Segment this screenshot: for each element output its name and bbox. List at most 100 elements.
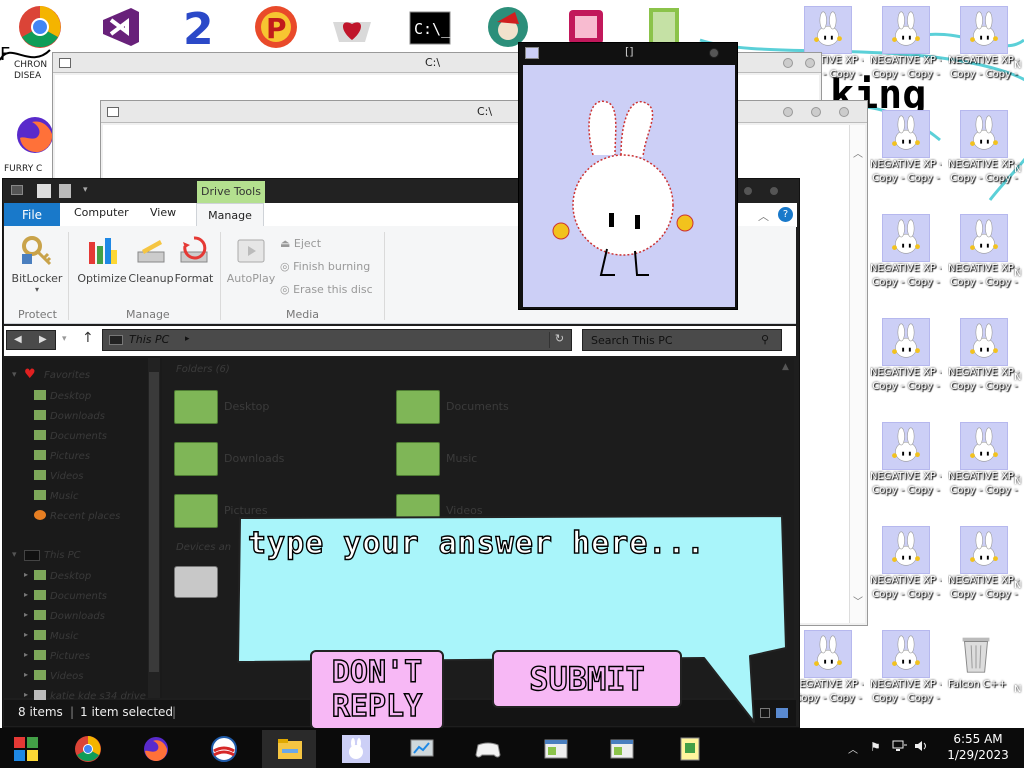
maximize-button[interactable] [811, 107, 821, 117]
bunny-desktop-icon[interactable]: NEGATIVE XP - Copy - Copy - [792, 628, 864, 724]
minimize-button[interactable] [783, 107, 793, 117]
help-icon[interactable]: ? [778, 207, 793, 222]
taskbar-window-1[interactable] [538, 732, 574, 766]
back-arrow-icon[interactable]: ◀ [14, 334, 22, 345]
close-button[interactable] [805, 58, 815, 68]
this-pc-item[interactable]: Desktop [34, 570, 91, 582]
drive-icon[interactable] [174, 566, 218, 598]
bunny-desktop-icon[interactable]: NEGATIVE XP - Copy - Copy - [948, 524, 1020, 620]
submit-button[interactable]: SUBMIT [492, 650, 682, 708]
expand-arrow-icon[interactable]: ▸ [24, 590, 28, 599]
autoplay-button[interactable]: AutoPlay [226, 234, 276, 285]
folder-label[interactable]: Downloads [224, 452, 284, 465]
music-folder-icon[interactable] [396, 442, 440, 476]
nav-scrollbar[interactable] [148, 358, 160, 698]
taskbar-firefox[interactable] [138, 732, 174, 766]
documents-folder-icon[interactable] [396, 390, 440, 424]
scroll-up-icon[interactable]: ▲ [782, 362, 789, 372]
finish-burning-button[interactable]: ◎ Finish burning [280, 260, 370, 273]
folder-label[interactable]: Documents [446, 400, 509, 413]
taskbar-file-explorer[interactable] [272, 732, 308, 766]
taskbar-vote-app[interactable] [206, 732, 242, 766]
close-button[interactable] [769, 186, 779, 196]
cleanup-button[interactable]: Cleanup [128, 234, 174, 285]
scroll-down-icon[interactable]: ﹀ [853, 593, 863, 608]
scroll-up-icon[interactable]: ︿ [853, 145, 863, 160]
close-button[interactable] [709, 48, 719, 58]
bunny-desktop-icon[interactable]: NEGATIVE XP - Copy - Copy - [948, 108, 1020, 204]
start-button[interactable] [8, 732, 44, 766]
favorites-item[interactable]: Desktop [34, 390, 91, 402]
tab-manage[interactable]: Manage [196, 203, 264, 228]
folder-label[interactable]: Music [446, 452, 477, 465]
properties-icon[interactable] [37, 184, 51, 198]
bunny-desktop-icon[interactable]: NEGATIVE XP - Copy - Copy - [870, 628, 942, 724]
favorites-item[interactable]: Downloads [34, 410, 105, 422]
expand-arrow-icon[interactable]: ▸ [24, 690, 28, 699]
bitlocker-button[interactable]: BitLocker ▾ [10, 234, 64, 294]
close-button[interactable] [839, 107, 849, 117]
address-bar[interactable]: This PC ▸ ↻ [102, 329, 572, 351]
bunny-desktop-icon[interactable]: NEGATIVE XP - Copy - Copy - [870, 316, 942, 412]
forward-arrow-icon[interactable]: ▶ [39, 334, 47, 345]
minimize-button[interactable] [783, 58, 793, 68]
cmd-window-titlebar[interactable]: C:\ [101, 101, 867, 123]
taskbar-gamepad-app[interactable] [470, 732, 506, 766]
bunny-desktop-icon[interactable]: NEGATIVE XP - Copy - Copy - [870, 524, 942, 620]
this-pc-item[interactable]: Pictures [34, 650, 90, 662]
address-this-pc[interactable]: This PC [129, 333, 169, 346]
this-pc-item[interactable]: Videos [34, 670, 83, 682]
expand-arrow-icon[interactable]: ▸ [24, 670, 28, 679]
this-pc-item[interactable]: Documents [34, 590, 107, 602]
quick-access-dropdown-icon[interactable]: ▾ [83, 185, 88, 195]
bunny-desktop-icon[interactable]: NEGATIVE XP - Copy - Copy - [870, 4, 942, 100]
taskbar-chrome[interactable] [70, 732, 106, 766]
this-pc-header[interactable]: This PC [44, 550, 81, 561]
back-forward-buttons[interactable]: ◀ ▶ [6, 330, 56, 350]
search-icon[interactable]: ⚲ [761, 333, 769, 346]
bunny-desktop-icon[interactable]: NEGATIVE XP - Copy - Copy - [948, 212, 1020, 308]
breadcrumb-arrow-icon[interactable]: ▸ [185, 334, 190, 344]
recycle-bin-desktop-icon[interactable]: Falcon C++ [948, 630, 1007, 690]
taskbar-monitor-app[interactable] [404, 732, 440, 766]
favorites-item[interactable]: Videos [34, 470, 83, 482]
optimize-button[interactable]: Optimize [76, 234, 128, 285]
bunny-desktop-icon[interactable]: NEGATIVE XP - Copy - Copy - [870, 212, 942, 308]
folder-label[interactable]: Desktop [224, 400, 269, 413]
taskbar-window-2[interactable] [604, 732, 640, 766]
this-pc-item[interactable]: Music [34, 630, 78, 642]
favorites-header[interactable]: Favorites [44, 370, 90, 381]
volume-icon[interactable] [914, 739, 928, 753]
taskbar-bunny-app[interactable] [338, 732, 374, 766]
desktop-folder-icon[interactable] [174, 390, 218, 424]
bunny-desktop-icon[interactable]: NEGATIVE XP - Copy - Copy - [948, 420, 1020, 516]
scrollbar-thumb[interactable] [149, 372, 159, 672]
favorites-item[interactable]: Music [34, 490, 78, 502]
expand-arrow-icon[interactable]: ▸ [24, 610, 28, 619]
tab-file[interactable]: File [4, 203, 60, 227]
system-clock[interactable]: 6:55 AM 1/29/2023 [940, 731, 1016, 763]
new-folder-icon[interactable] [59, 184, 71, 198]
action-center-flag-icon[interactable]: ⚑ [870, 740, 881, 754]
expand-arrow-icon[interactable]: ▸ [24, 650, 28, 659]
collapse-ribbon-icon[interactable]: ︿ [758, 208, 769, 224]
expand-arrow-icon[interactable]: ▸ [24, 570, 28, 579]
dont-reply-button[interactable]: DON'T REPLY [310, 650, 444, 730]
format-button[interactable]: Format [174, 234, 214, 285]
up-arrow-icon[interactable]: ↑ [82, 330, 94, 346]
downloads-folder-icon[interactable] [174, 442, 218, 476]
bunny-desktop-icon[interactable]: NEGATIVE XP - Copy - Copy - [870, 108, 942, 204]
recent-locations-dropdown-icon[interactable]: ▾ [62, 334, 67, 344]
bunny-desktop-icon[interactable]: NEGATIVE XP - Copy - Copy - [870, 420, 942, 516]
eject-button[interactable]: ⏏ Eject [280, 237, 321, 250]
expand-arrow-icon[interactable]: ▾ [12, 370, 17, 380]
show-hidden-icons-icon[interactable]: ︿ [848, 741, 858, 756]
scrollbar[interactable]: ︿ ﹀ [849, 125, 865, 623]
search-box[interactable]: Search This PC ⚲ [582, 329, 782, 351]
bunny-window[interactable]: [] [518, 42, 738, 310]
erase-disc-button[interactable]: ◎ Erase this disc [280, 283, 373, 296]
pictures-folder-icon[interactable] [174, 494, 218, 528]
bunny-desktop-icon[interactable]: NEGATIVE XP - Copy - Copy - [948, 4, 1020, 100]
favorites-item[interactable]: Documents [34, 430, 107, 442]
favorites-item[interactable]: Pictures [34, 450, 90, 462]
